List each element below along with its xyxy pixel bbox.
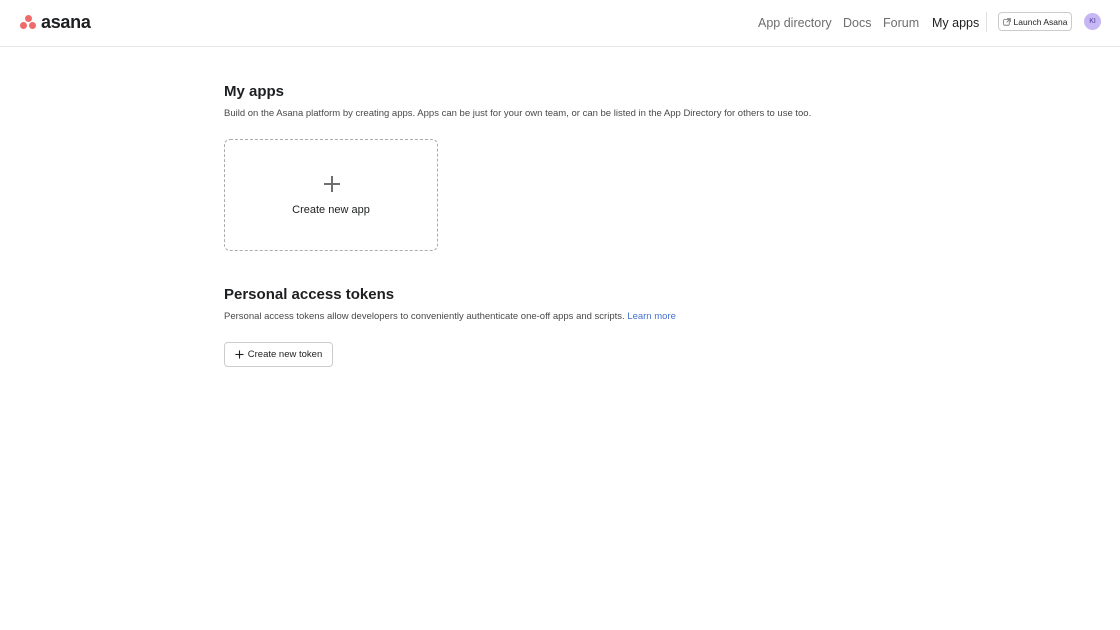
- launch-asana-label: Launch Asana: [1013, 16, 1068, 27]
- nav-docs[interactable]: Docs: [843, 14, 871, 32]
- avatar-initials: KI: [1089, 18, 1096, 25]
- create-new-app-label: Create new app: [292, 204, 370, 216]
- personal-access-tokens-title: Personal access tokens: [224, 286, 395, 303]
- personal-access-tokens-description: Personal access tokens allow developers …: [224, 311, 676, 323]
- my-apps-title: My apps: [224, 83, 285, 100]
- nav-forum[interactable]: Forum: [883, 14, 919, 32]
- external-link-icon: [1002, 17, 1011, 26]
- nav-divider: [986, 12, 987, 32]
- create-new-app-card[interactable]: Create new app: [224, 139, 438, 251]
- create-new-token-button[interactable]: Create new token: [224, 342, 333, 367]
- plus-icon: [324, 176, 340, 192]
- plus-icon: [235, 350, 244, 359]
- create-new-token-label: Create new token: [247, 349, 323, 360]
- tokens-description-text: Personal access tokens allow developers …: [224, 311, 625, 322]
- nav-my-apps[interactable]: My apps: [932, 14, 979, 32]
- my-apps-description: Build on the Asana platform by creating …: [224, 108, 812, 119]
- logo-text: asana: [41, 12, 91, 32]
- asana-logo[interactable]: asana: [20, 13, 91, 31]
- learn-more-link[interactable]: Learn more: [627, 311, 676, 322]
- nav-app-directory[interactable]: App directory: [758, 14, 832, 32]
- top-navigation-bar: asana App directory Docs Forum My apps L…: [0, 0, 1120, 47]
- launch-asana-button[interactable]: Launch Asana: [998, 12, 1072, 31]
- user-avatar[interactable]: KI: [1084, 13, 1101, 30]
- asana-logo-icon: [20, 15, 36, 29]
